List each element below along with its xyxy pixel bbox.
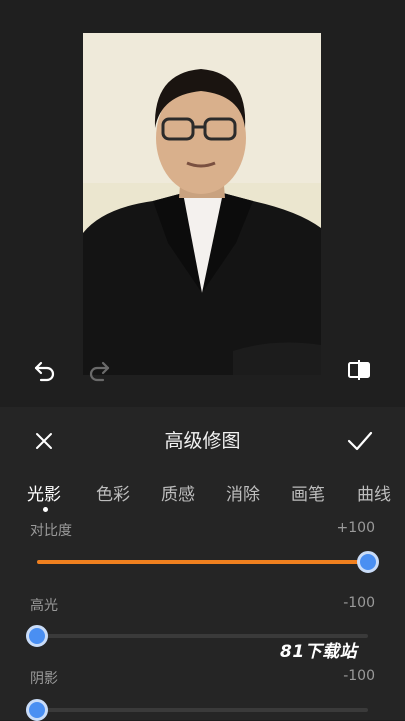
highlights-value: -100: [343, 595, 375, 611]
contrast-value: +100: [336, 520, 375, 536]
contrast-slider[interactable]: [37, 551, 379, 573]
contrast-label: 对比度: [30, 523, 72, 539]
tool-tabs: 光影 色彩 质感 消除 画笔 曲线: [0, 480, 405, 516]
highlights-slider-knob[interactable]: [26, 625, 48, 647]
undo-button[interactable]: [28, 353, 62, 387]
check-icon: [347, 431, 373, 451]
tab-texture[interactable]: 质感: [161, 480, 195, 505]
tab-color[interactable]: 色彩: [96, 480, 130, 505]
shadows-value: -100: [343, 668, 375, 684]
contrast-slider-fill: [37, 560, 368, 564]
edited-photo: [83, 33, 321, 375]
redo-icon: [89, 361, 110, 382]
highlights-label: 高光: [30, 598, 58, 614]
compare-button[interactable]: [342, 353, 376, 387]
tab-brush[interactable]: 画笔: [291, 480, 325, 505]
shadows-slider[interactable]: [26, 699, 368, 721]
tab-remove[interactable]: 消除: [226, 480, 260, 505]
active-tab-indicator: [43, 507, 48, 512]
shadows-slider-knob[interactable]: [26, 699, 48, 721]
watermark-text: 81下载站: [280, 642, 358, 662]
contrast-slider-knob[interactable]: [357, 551, 379, 573]
confirm-button[interactable]: [345, 427, 375, 455]
compare-icon: [348, 360, 370, 380]
shadows-label: 阴影: [30, 671, 58, 687]
redo-button[interactable]: [82, 353, 116, 387]
undo-icon: [34, 361, 55, 382]
image-preview-area: [0, 0, 405, 407]
tab-curves[interactable]: 曲线: [357, 480, 391, 505]
adjustment-panel: 高级修图 光影 色彩 质感 消除 画笔 曲线 对比度 +100 高光 -100 …: [0, 407, 405, 721]
tab-light-shadow[interactable]: 光影: [27, 480, 61, 505]
